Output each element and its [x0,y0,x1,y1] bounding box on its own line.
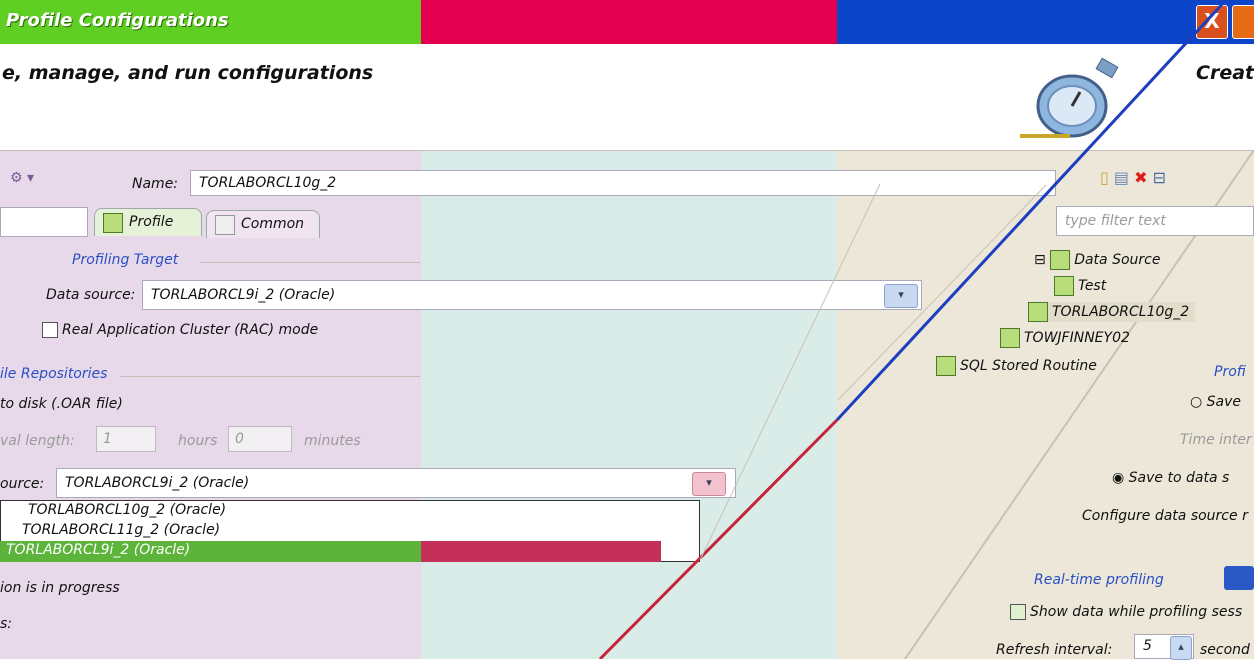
filter-input[interactable]: type filter text [1056,206,1254,236]
database-icon [1050,250,1071,270]
delete-icon[interactable]: ✖ [1134,168,1147,187]
new-config-icon[interactable]: ▯ [1100,168,1109,187]
tree-item-data-source[interactable]: ⊟ Data Source [1034,250,1160,270]
checkbox-icon[interactable] [1010,604,1026,620]
refresh-interval-label: Refresh interval: [996,642,1113,658]
time-interval-label: Time inter [1180,432,1252,448]
save-radio[interactable]: ○ Save [1190,394,1241,410]
tree-item-sql-stored-routine[interactable]: SQL Stored Routine [936,356,1097,376]
database-icon [1028,302,1048,322]
database-icon [1000,328,1020,348]
seconds-label: second [1200,642,1250,658]
show-data-checkbox[interactable]: Show data while profiling sess [1010,604,1242,620]
tree-item-test[interactable]: Test [1054,276,1106,296]
tree-item-label: SQL Stored Routine [960,358,1097,374]
tree-item-label: TORLABORCL10g_2 [1052,304,1190,320]
tree-item-torlaborcl10g[interactable]: TORLABORCL10g_2 [1028,302,1196,322]
save-to-data-label: Save to data s [1128,470,1230,486]
tree-item-label: Test [1078,278,1107,294]
routine-icon [936,356,956,376]
save-radio-label: Save [1206,394,1242,410]
save-to-data-radio[interactable]: ◉ Save to data s [1112,470,1229,486]
realtime-button[interactable] [1224,566,1254,590]
spinner-icon[interactable]: ▴ [1170,636,1192,660]
database-icon [1054,276,1074,296]
right-toolbar: ▯ ▤ ✖ ⊟ [1100,168,1166,187]
tree-item-label: TOWJFINNEY02 [1024,330,1130,346]
collapse-icon[interactable]: ⊟ [1153,168,1166,187]
profi-group-label: Profi [1214,364,1246,380]
filter-placeholder: type filter text [1065,213,1166,229]
tree-item-towjfinney[interactable]: TOWJFINNEY02 [1000,328,1130,348]
tree-item-label: Data Source [1074,252,1161,268]
realtime-group-label: Real-time profiling [1034,572,1164,588]
duplicate-icon[interactable]: ▤ [1114,168,1129,187]
configure-data-source-label: Configure data source r [1082,508,1248,524]
show-data-label: Show data while profiling sess [1030,604,1243,620]
